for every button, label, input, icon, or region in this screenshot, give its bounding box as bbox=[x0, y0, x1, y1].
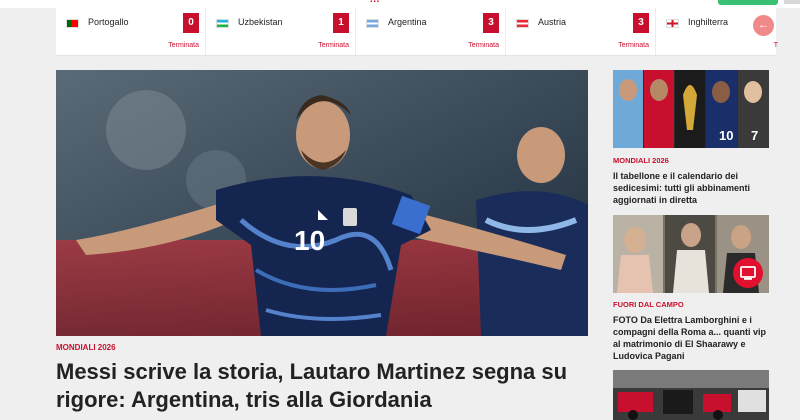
flag-icon bbox=[516, 19, 529, 28]
flag-icon bbox=[666, 19, 679, 28]
team-name: Inghilterra bbox=[688, 17, 729, 27]
flag-icon bbox=[66, 19, 79, 28]
match-status: Terminata bbox=[318, 42, 349, 49]
team-name: Uzbekistan bbox=[238, 17, 283, 27]
scores-strip: Portogallo 0 Terminata Uzbekistan 1 Term… bbox=[56, 8, 778, 56]
match-status: Terminata bbox=[618, 42, 649, 49]
jersey-number: 10 bbox=[294, 225, 325, 256]
match-status: Terminata bbox=[468, 42, 499, 49]
score-badge: 3 bbox=[633, 13, 649, 33]
match-card[interactable]: Portogallo 0 Terminata bbox=[56, 8, 206, 55]
top-bar bbox=[0, 0, 800, 8]
video-icon bbox=[740, 266, 756, 280]
side-article-category[interactable]: FUORI DAL CAMPO bbox=[613, 300, 684, 309]
main-article-image[interactable]: 10 bbox=[56, 70, 588, 336]
side-article-title[interactable]: FOTO Da Elettra Lamborghini e i compagni… bbox=[613, 314, 771, 362]
main-article-title[interactable]: Messi scrive la storia, Lautaro Martinez… bbox=[56, 358, 596, 414]
flag-icon bbox=[366, 19, 379, 28]
site-logo[interactable]: ... bbox=[370, 0, 380, 5]
account-button[interactable] bbox=[784, 0, 800, 4]
match-row: Austria 3 bbox=[512, 13, 649, 33]
team-name: Portogallo bbox=[88, 17, 129, 27]
side-article-image[interactable]: 10 7 bbox=[613, 70, 769, 148]
score-badge: 0 bbox=[183, 13, 199, 33]
subscribe-button[interactable] bbox=[718, 0, 778, 5]
match-card[interactable]: Uzbekistan 1 Terminata bbox=[206, 8, 356, 55]
match-card[interactable]: Austria 3 Terminata bbox=[506, 8, 656, 55]
match-card[interactable]: Argentina 3 Terminata bbox=[356, 8, 506, 55]
side-article-image[interactable] bbox=[613, 370, 769, 420]
match-status: Terminata bbox=[168, 42, 199, 49]
side-article-category[interactable]: MONDIALI 2026 bbox=[613, 156, 669, 165]
jersey-number: 10 bbox=[719, 128, 733, 143]
team-name: Austria bbox=[538, 17, 567, 27]
score-badge: 1 bbox=[333, 13, 349, 33]
arrow-left-icon: ← bbox=[758, 19, 769, 31]
match-status: T bbox=[773, 42, 778, 49]
main-article-category[interactable]: MONDIALI 2026 bbox=[56, 343, 116, 352]
match-row: Uzbekistan 1 bbox=[212, 13, 349, 33]
team-name: Argentina bbox=[388, 17, 427, 27]
side-article-title[interactable]: Il tabellone e il calendario dei sedices… bbox=[613, 170, 771, 206]
flag-icon bbox=[216, 19, 229, 28]
jersey-number: 7 bbox=[751, 128, 758, 143]
match-row: Portogallo 0 bbox=[62, 13, 199, 33]
video-badge[interactable] bbox=[733, 258, 763, 288]
scroll-left-button[interactable]: ← bbox=[753, 15, 774, 36]
match-row: Argentina 3 bbox=[362, 13, 499, 33]
score-badge: 3 bbox=[483, 13, 499, 33]
